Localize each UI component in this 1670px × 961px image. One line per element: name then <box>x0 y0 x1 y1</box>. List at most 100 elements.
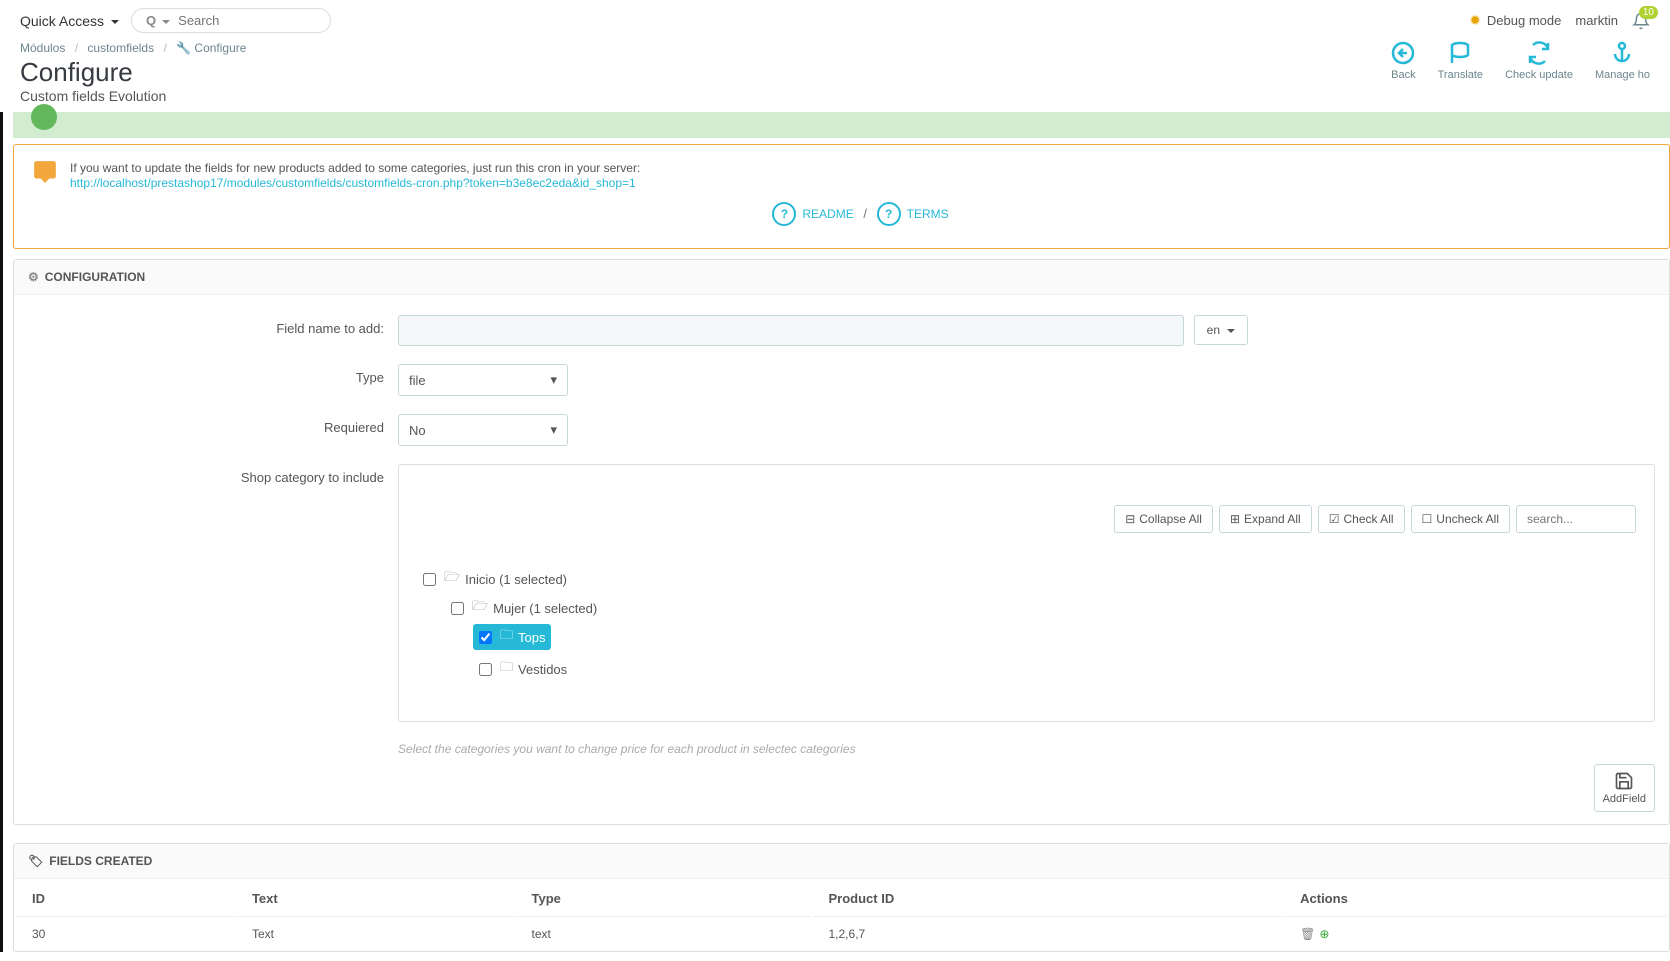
chevron-down-icon <box>1224 323 1235 337</box>
tree-label-mujer: Mujer (1 selected) <box>493 601 597 616</box>
info-box: If you want to update the fields for new… <box>13 144 1670 249</box>
chevron-down-icon: ▾ <box>550 422 557 438</box>
required-value: No <box>409 423 426 438</box>
tree-node-vestidos[interactable]: 🗀 Vestidos <box>473 656 573 682</box>
readme-link[interactable]: ? README <box>772 202 853 226</box>
check-icon <box>31 104 57 130</box>
tree-checkbox-inicio[interactable] <box>423 573 436 586</box>
notifications-button[interactable]: 10 <box>1632 12 1650 30</box>
add-field-button[interactable]: AddField <box>1594 764 1655 812</box>
tree-checkbox-mujer[interactable] <box>451 602 464 615</box>
add-button[interactable]: ⊕ <box>1319 927 1329 941</box>
save-icon <box>1614 771 1634 791</box>
expand-all-button[interactable]: ⊞Expand All <box>1219 505 1312 533</box>
back-label: Back <box>1391 69 1415 81</box>
cell-product-id: 1,2,6,7 <box>813 919 1283 949</box>
check-update-button[interactable]: Check update <box>1505 41 1573 81</box>
configuration-title: CONFIGURATION <box>45 270 145 284</box>
plus-square-icon: ⊞ <box>1230 512 1240 526</box>
help-separator: / <box>863 206 867 221</box>
tree-node-mujer[interactable]: 🗁 Mujer (1 selected) <box>445 595 603 621</box>
question-icon: ? <box>772 202 796 226</box>
flag-icon <box>1448 41 1472 65</box>
folder-icon: 🗀 <box>500 626 513 648</box>
debug-mode-indicator[interactable]: ✹ Debug mode <box>1469 12 1561 29</box>
check-square-icon: ☑ <box>1329 512 1340 526</box>
quick-access-menu[interactable]: Quick Access <box>20 13 119 29</box>
speech-bubble-icon <box>32 159 58 185</box>
check-all-button[interactable]: ☑Check All <box>1318 505 1405 533</box>
table-row: 30 Text text 1,2,6,7 🗑 ⊕ <box>16 919 1667 949</box>
debug-mode-label: Debug mode <box>1487 13 1561 28</box>
breadcrumb: Módulos / customfields / 🔧 Configure <box>20 41 1391 55</box>
global-search[interactable]: Q <box>131 8 331 33</box>
required-label: Requiered <box>28 414 398 435</box>
breadcrumb-modules[interactable]: Módulos <box>20 41 65 55</box>
fields-created-header: 🏷 FIELDS CREATED <box>14 844 1669 879</box>
category-hint: Select the categories you want to change… <box>398 742 1655 756</box>
tree-node-inicio[interactable]: 🗁 Inicio (1 selected) <box>417 566 573 592</box>
success-banner <box>13 112 1670 138</box>
refresh-icon <box>1527 41 1551 65</box>
field-name-input[interactable] <box>398 315 1184 346</box>
tag-icon: 🏷 <box>28 854 43 868</box>
page-title: Configure <box>20 57 1391 88</box>
tree-search-input[interactable] <box>1516 505 1636 533</box>
add-field-label: AddField <box>1603 793 1646 805</box>
check-update-label: Check update <box>1505 69 1573 81</box>
breadcrumb-customfields[interactable]: customfields <box>87 41 154 55</box>
uncheck-all-button[interactable]: ☐Uncheck All <box>1411 505 1510 533</box>
manage-hooks-label: Manage ho <box>1595 69 1650 81</box>
page-subtitle: Custom fields Evolution <box>20 88 1391 104</box>
tree-node-tops[interactable]: 🗀 Tops <box>473 624 551 650</box>
type-select[interactable]: file ▾ <box>398 364 568 396</box>
cron-url-link[interactable]: http://localhost/prestashop17/modules/cu… <box>70 176 636 190</box>
empty-square-icon: ☐ <box>1422 512 1433 526</box>
manage-hooks-button[interactable]: Manage ho <box>1595 41 1650 81</box>
category-tree: ⊟Collapse All ⊞Expand All ☑Check All ☐Un… <box>398 464 1655 722</box>
terms-label: TERMS <box>907 207 949 221</box>
delete-button[interactable]: 🗑 <box>1300 927 1315 941</box>
language-label: en <box>1207 323 1220 337</box>
wrench-icon: 🔧 <box>176 41 191 55</box>
search-icon: Q <box>146 13 170 28</box>
category-label: Shop category to include <box>28 464 398 485</box>
tree-label-tops: Tops <box>518 630 545 645</box>
required-select[interactable]: No ▾ <box>398 414 568 446</box>
tree-checkbox-tops[interactable] <box>479 631 492 644</box>
cell-id: 30 <box>16 919 234 949</box>
quick-access-label: Quick Access <box>20 13 104 29</box>
cell-text: Text <box>236 919 514 949</box>
translate-button[interactable]: Translate <box>1438 41 1483 81</box>
breadcrumb-configure: Configure <box>194 41 246 55</box>
tree-checkbox-vestidos[interactable] <box>479 663 492 676</box>
th-actions: Actions <box>1284 881 1667 917</box>
type-label: Type <box>28 364 398 385</box>
th-id: ID <box>16 881 234 917</box>
user-menu[interactable]: marktin <box>1575 13 1618 28</box>
back-button[interactable]: Back <box>1391 41 1415 81</box>
chevron-down-icon: ▾ <box>550 372 557 388</box>
minus-square-icon: ⊟ <box>1125 512 1135 526</box>
cell-type: text <box>516 919 811 949</box>
fields-created-title: FIELDS CREATED <box>49 854 152 868</box>
tree-label-inicio: Inicio (1 selected) <box>465 572 567 587</box>
configuration-panel: ⚙ CONFIGURATION Field name to add: en Ty… <box>13 259 1670 825</box>
th-product-id: Product ID <box>813 881 1283 917</box>
readme-label: README <box>802 207 853 221</box>
folder-open-icon: 🗁 <box>444 568 460 590</box>
notification-badge: 10 <box>1639 6 1658 19</box>
search-input[interactable] <box>178 13 354 28</box>
arrow-left-icon <box>1391 41 1415 65</box>
anchor-icon <box>1610 41 1634 65</box>
fields-created-panel: 🏷 FIELDS CREATED ID Text Type Product ID… <box>13 843 1670 952</box>
type-value: file <box>409 373 426 388</box>
tree-label-vestidos: Vestidos <box>518 662 567 677</box>
collapse-all-button[interactable]: ⊟Collapse All <box>1114 505 1213 533</box>
info-message: If you want to update the fields for new… <box>70 161 1651 175</box>
language-selector[interactable]: en <box>1194 315 1248 345</box>
chevron-down-icon <box>108 13 119 29</box>
gear-icon: ⚙ <box>28 270 39 284</box>
terms-link[interactable]: ? TERMS <box>877 202 949 226</box>
th-type: Type <box>516 881 811 917</box>
